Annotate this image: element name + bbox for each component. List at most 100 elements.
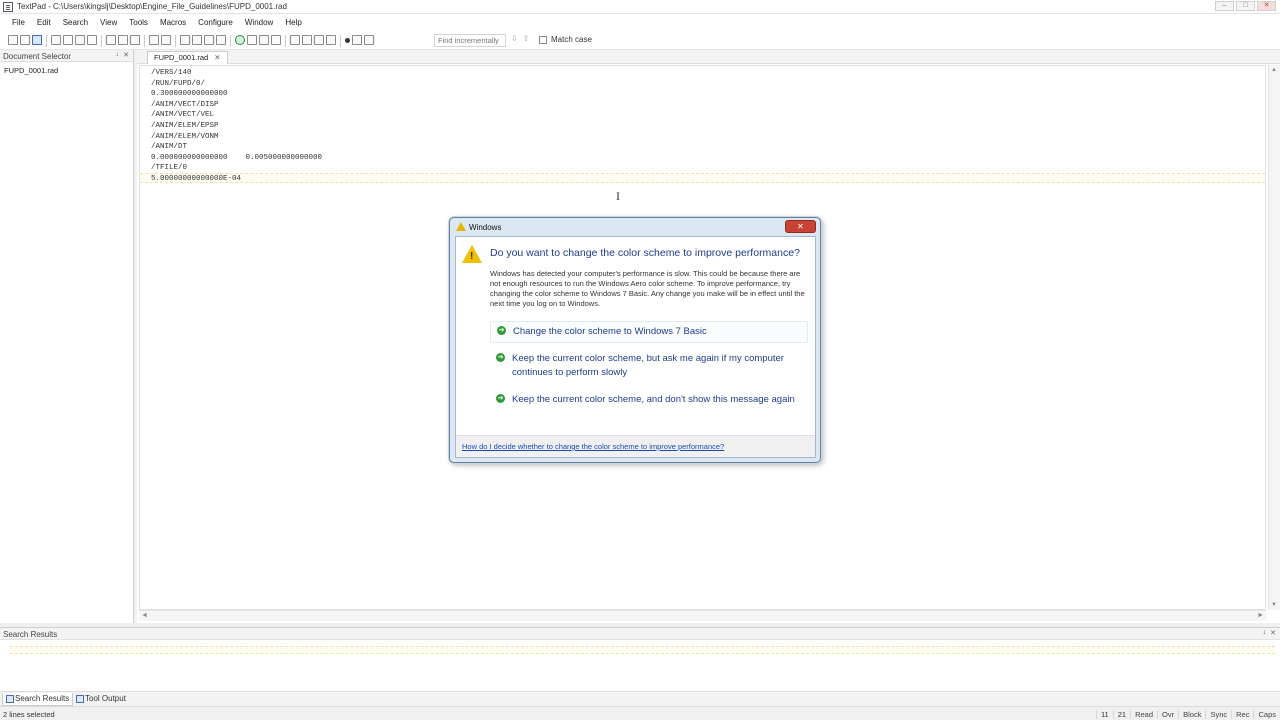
toolbar: Find incrementally ⇩⇧ Match case <box>0 31 1280 50</box>
menu-macros[interactable]: Macros <box>154 18 192 27</box>
find-incrementally-input[interactable]: Find incrementally <box>434 34 506 47</box>
bottom-tab-bar: Search Results Tool Output <box>0 691 1280 706</box>
search-results-header: Search Results ↓ ✕ <box>0 628 1280 640</box>
tab-search-results[interactable]: Search Results <box>2 693 74 706</box>
editor-line: 0.300000000000000 <box>151 90 228 99</box>
scroll-down-icon[interactable]: ▼ <box>1271 602 1277 608</box>
match-case-checkbox[interactable] <box>539 36 547 44</box>
redo-icon[interactable] <box>161 35 171 45</box>
dialog-body: ! Do you want to change the color scheme… <box>455 236 816 458</box>
save-all-icon[interactable] <box>51 35 61 45</box>
tab-fupd-0001[interactable]: FUPD_0001.rad ✕ <box>147 51 228 64</box>
close-icon[interactable]: ✕ <box>1270 629 1276 637</box>
dialog-close-button[interactable]: ✕ <box>785 220 816 233</box>
outdent-icon[interactable] <box>192 35 202 45</box>
warning-icon <box>456 222 466 231</box>
editor-line: /ANIM/VECT/VEL <box>151 111 215 120</box>
results-list[interactable] <box>10 646 1275 654</box>
word-wrap-icon[interactable] <box>204 35 214 45</box>
menu-bar: File Edit Search View Tools Macros Confi… <box>0 14 1280 31</box>
vertical-scrollbar[interactable]: ▲ ▼ <box>1268 65 1280 610</box>
close-window-button[interactable]: ✕ <box>1257 1 1276 11</box>
column-number: 21 <box>1112 710 1130 719</box>
dialog-footer: How do I decide whether to change the co… <box>456 435 815 457</box>
window-title: TextPad - C:\Users\kingslj\Desktop\Engin… <box>17 2 287 11</box>
find-icon[interactable] <box>290 35 300 45</box>
match-case-label: Match case <box>551 35 592 44</box>
search-results-title: Search Results <box>3 630 58 639</box>
tab-close-icon[interactable]: ✕ <box>214 52 220 64</box>
help-link[interactable]: How do I decide whether to change the co… <box>462 442 724 451</box>
print-icon[interactable] <box>63 35 73 45</box>
menu-file[interactable]: File <box>6 18 31 27</box>
document-selector-header: Document Selector ↓ ✕ <box>0 50 133 62</box>
indent-icon[interactable] <box>180 35 190 45</box>
status-bar: 2 lines selected 11 21 Read Ovr Block Sy… <box>0 706 1280 720</box>
menu-window[interactable]: Window <box>239 18 279 27</box>
tab-label: FUPD_0001.rad <box>154 53 209 62</box>
option-keep-ask-again[interactable]: ➔ Keep the current color scheme, but ask… <box>490 349 808 383</box>
print-preview-icon[interactable] <box>75 35 85 45</box>
menu-view[interactable]: View <box>94 18 123 27</box>
dialog-title: Windows <box>469 223 502 232</box>
toolbar-separator <box>46 35 47 47</box>
spelling-icon[interactable] <box>87 35 97 45</box>
editor-line: /TFILE/0 <box>151 164 188 173</box>
cut-icon[interactable] <box>106 35 116 45</box>
pin-icon[interactable]: ↓ <box>1263 629 1267 636</box>
minimize-button[interactable]: – <box>1215 1 1234 11</box>
pin-icon[interactable]: ↓ <box>116 51 120 58</box>
text-cursor-icon: I <box>616 189 620 203</box>
menu-edit[interactable]: Edit <box>31 18 57 27</box>
document-item[interactable]: FUPD_0001.rad <box>4 66 58 75</box>
editor-line: /VERS/140 <box>151 69 192 77</box>
paste-icon[interactable] <box>130 35 140 45</box>
web-browser-icon[interactable] <box>235 35 245 45</box>
play-macro-icon[interactable] <box>364 35 374 45</box>
option-label: Change the color scheme to Windows 7 Bas… <box>513 326 707 337</box>
toolbar-separator <box>101 35 102 47</box>
copy-icon[interactable] <box>118 35 128 45</box>
horizontal-scrollbar[interactable]: ◄ ► <box>139 610 1266 621</box>
dialog-heading: Do you want to change the color scheme t… <box>490 247 800 259</box>
line-number: 11 <box>1095 710 1113 719</box>
sort-icon[interactable] <box>259 35 269 45</box>
replace-icon[interactable] <box>314 35 324 45</box>
scroll-left-icon[interactable]: ◄ <box>141 612 148 619</box>
compare-icon[interactable] <box>271 35 281 45</box>
editor-line: /ANIM/ELEM/EPSP <box>151 122 219 130</box>
find-direction-arrows[interactable]: ⇩⇧ <box>511 34 534 43</box>
menu-tools[interactable]: Tools <box>123 18 154 27</box>
undo-icon[interactable] <box>149 35 159 45</box>
editor-line: /RUN/FUPD/0/ <box>151 79 206 88</box>
textpad-app-icon[interactable] <box>3 2 13 12</box>
maximize-button[interactable]: □ <box>1236 1 1255 11</box>
scroll-right-icon[interactable]: ► <box>1257 612 1264 619</box>
open-file-icon[interactable] <box>20 35 30 45</box>
record-macro-icon[interactable] <box>345 38 350 43</box>
option-label: Keep the current color scheme, and don't… <box>512 394 795 405</box>
toolbar-separator <box>340 35 341 47</box>
scroll-up-icon[interactable]: ▲ <box>1271 67 1277 73</box>
option-change-to-basic[interactable]: ➔ Change the color scheme to Windows 7 B… <box>490 321 808 343</box>
option-keep-dont-show[interactable]: ➔ Keep the current color scheme, and don… <box>490 390 808 410</box>
find-in-files-icon[interactable] <box>326 35 336 45</box>
toolbar-separator <box>175 35 176 47</box>
editor-line: 0.000000000000000 0.005000000000000 <box>151 153 323 162</box>
pilcrow-icon[interactable] <box>216 35 226 45</box>
new-file-icon[interactable] <box>8 35 18 45</box>
find-next-icon[interactable] <box>302 35 312 45</box>
pause-macro-icon[interactable] <box>352 35 362 45</box>
menu-help[interactable]: Help <box>279 18 307 27</box>
window-controls: – □ ✕ <box>1215 1 1276 11</box>
document-selector-panel: Document Selector ↓ ✕ FUPD_0001.rad <box>0 50 134 623</box>
menu-configure[interactable]: Configure <box>192 18 239 27</box>
close-icon[interactable]: ✕ <box>123 51 129 59</box>
search-results-panel: Search Results ↓ ✕ <box>0 627 1280 691</box>
spell-check-icon[interactable] <box>247 35 257 45</box>
menu-search[interactable]: Search <box>57 18 94 27</box>
status-text: 2 lines selected <box>3 710 55 719</box>
tab-tool-output[interactable]: Tool Output <box>73 693 126 706</box>
save-icon[interactable] <box>32 35 42 45</box>
tool-output-icon <box>76 695 84 703</box>
